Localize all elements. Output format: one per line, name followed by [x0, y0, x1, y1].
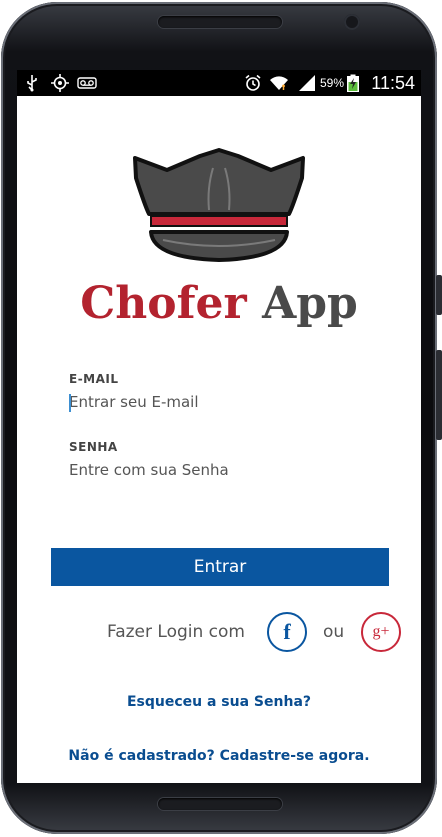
voicemail-icon — [77, 74, 97, 92]
brand-name-part1: Chofer — [80, 278, 247, 329]
status-bar: 59% 11:54 — [17, 70, 421, 96]
power-button — [436, 350, 442, 440]
battery-percent: 59% — [320, 76, 345, 90]
brand-name-part2: App — [262, 278, 358, 329]
google-plus-icon[interactable]: g+ — [361, 612, 401, 652]
gps-icon — [51, 74, 69, 92]
battery-charging-icon — [347, 74, 359, 92]
usb-icon — [25, 74, 39, 92]
app-logo-text: Chofer App — [17, 278, 421, 329]
bottom-speaker — [158, 798, 282, 810]
email-label: E-MAIL — [69, 372, 119, 386]
password-label: SENHA — [69, 440, 118, 454]
phone-frame: 59% 11:54 Chofer App E-MAIL Entrar seu E… — [0, 0, 442, 837]
chauffeur-cap-icon — [17, 148, 421, 262]
register-link[interactable]: Não é cadastrado? Cadastre-se agora. — [17, 748, 421, 764]
volume-button — [436, 275, 442, 315]
earpiece-speaker — [158, 16, 282, 28]
social-login-row: Fazer Login com f ou g+ — [17, 612, 421, 652]
signal-icon — [297, 74, 317, 92]
clock: 11:54 — [371, 73, 415, 93]
login-button[interactable]: Entrar — [51, 548, 389, 586]
wifi-icon — [269, 74, 289, 92]
app-screen: 59% 11:54 Chofer App E-MAIL Entrar seu E… — [17, 70, 421, 783]
facebook-glyph: f — [283, 619, 291, 644]
or-label: ou — [323, 622, 345, 642]
alarm-icon — [244, 74, 262, 92]
text-caret — [69, 394, 71, 412]
google-plus-glyph: g+ — [372, 623, 390, 640]
social-login-label: Fazer Login com — [107, 622, 245, 642]
front-camera — [344, 14, 360, 30]
email-field[interactable] — [69, 390, 369, 414]
facebook-icon[interactable]: f — [267, 612, 307, 652]
password-field[interactable] — [69, 458, 369, 482]
forgot-password-link[interactable]: Esqueceu a sua Senha? — [17, 694, 421, 710]
